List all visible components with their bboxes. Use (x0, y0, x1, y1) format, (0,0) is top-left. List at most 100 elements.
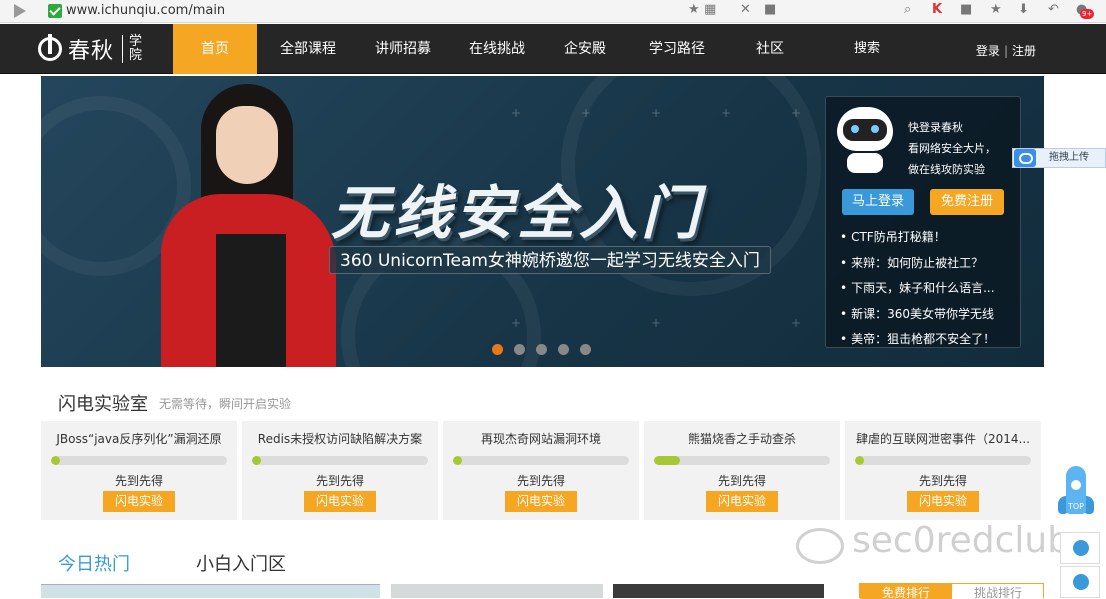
lab-progress-fill (855, 456, 864, 465)
news-item[interactable]: 美帝：狙击枪都不安全了！ (840, 327, 995, 353)
lock-icon[interactable]: ■ (960, 2, 972, 17)
close-icon[interactable]: ✕ (740, 2, 751, 17)
flash-lab-button[interactable]: 闪电实验 (907, 491, 979, 512)
course-thumbnail[interactable] (391, 584, 603, 598)
lab-title: 闪电实验室 (58, 394, 148, 415)
face (216, 106, 278, 184)
nav-search[interactable]: 搜索 (809, 24, 925, 74)
qq-icon (1073, 540, 1089, 556)
news-item[interactable]: CTF防吊打秘籍！ (840, 225, 995, 251)
lab-progress-bar (654, 456, 830, 465)
news-item[interactable]: 新课：360美女带你学无线 (840, 302, 995, 328)
tab-beginner[interactable]: 小白入门区 (196, 550, 286, 576)
login-panel: 快登录春秋 看网络安全大片， 做在线攻防实验 马上登录 免费注册 CTF防吊打秘… (825, 96, 1021, 348)
nav-home[interactable]: 首页 (173, 24, 257, 74)
nav-all-courses[interactable]: 全部课程 (257, 24, 359, 74)
watermark-text: sec0redclub (852, 520, 1071, 561)
flash-lab-button[interactable]: 闪电实验 (505, 491, 577, 512)
course-thumbnail[interactable] (41, 584, 380, 598)
lab-progress-fill (252, 456, 261, 465)
register-link[interactable]: 注册 (1012, 44, 1036, 58)
download-icon[interactable]: ⬇ (1018, 2, 1029, 17)
hero-banner[interactable]: + + + + + + + + 无线安全入门 360 UnicornTeam女神… (41, 76, 1044, 367)
slide-dot-3[interactable] (536, 344, 547, 355)
slide-dot-1[interactable] (492, 344, 503, 355)
tab-today-hot[interactable]: 今日热门 (58, 550, 130, 576)
lab-card[interactable]: 熊猫烧香之手动查杀 先到先得 闪电实验 (644, 421, 840, 520)
site-header: 春秋 学院 首页 全部课程 讲师招募 在线挑战 企安殿 学习路径 社区 搜索 登… (0, 24, 1106, 74)
tab-free-ranking[interactable]: 免费排行 (860, 584, 952, 599)
k-icon[interactable]: K (932, 2, 942, 17)
panel-intro: 快登录春秋 看网络安全大片， 做在线攻防实验 (908, 117, 996, 180)
paw-icon[interactable]: ■ (764, 2, 776, 17)
robot-eye (851, 125, 859, 133)
logo-text: 春秋 (68, 39, 115, 64)
lab-progress-fill (51, 456, 60, 465)
play-icon[interactable] (14, 4, 26, 18)
tab-challenge-ranking[interactable]: 挑战排行 (952, 584, 1044, 599)
news-item[interactable]: 下雨天，妹子和什么语言... (840, 276, 995, 302)
customer-service-button[interactable] (1060, 566, 1100, 598)
lab-card-status: 先到先得 (315, 474, 364, 488)
lab-card[interactable]: Redis未授权访问缺陷解决方案 先到先得 闪电实验 (242, 421, 438, 520)
banner-title: 无线安全入门 (331, 179, 704, 247)
lab-card-status: 先到先得 (114, 474, 163, 488)
robot-visor (843, 119, 887, 141)
panel-line-2: 看网络安全大片， (908, 142, 996, 155)
lab-card-title[interactable]: Redis未授权访问缺陷解决方案 (242, 430, 438, 447)
slide-dot-5[interactable] (580, 344, 591, 355)
flash-lab-button[interactable]: 闪电实验 (706, 491, 778, 512)
decor-cross: + (721, 106, 732, 120)
nav-community[interactable]: 社区 (731, 24, 809, 74)
lab-progress-bar (453, 456, 629, 465)
lab-card-list: JBoss“java反序列化”漏洞还原 先到先得 闪电实验 Redis未授权访问… (41, 421, 1046, 520)
lab-card-title[interactable]: 熊猫烧香之手动查杀 (644, 430, 840, 447)
lab-card-status: 先到先得 (717, 474, 766, 488)
lab-progress-fill (453, 456, 462, 465)
star-icon[interactable]: ★ (688, 2, 700, 17)
quick-login-button[interactable]: 马上登录 (842, 189, 914, 215)
favorite-icon[interactable]: ★ (990, 2, 1002, 17)
notification-badge: 9+ (1080, 9, 1095, 19)
nav-teacher-recruit[interactable]: 讲师招募 (359, 24, 447, 74)
auth-separator: | (1003, 44, 1008, 58)
address-bar[interactable]: www.ichunqiu.com/main (66, 3, 225, 18)
nav-learning-path[interactable]: 学习路径 (623, 24, 731, 74)
decor-cross: + (511, 106, 522, 120)
lab-card[interactable]: 肆虐的互联网泄密事件（2014... 先到先得 闪电实验 (845, 421, 1041, 520)
robot-body (847, 153, 883, 173)
lab-card-title[interactable]: JBoss“java反序列化”漏洞还原 (41, 430, 237, 447)
auth-links: 登录 | 注册 (976, 42, 1036, 59)
lab-progress-bar (855, 456, 1031, 465)
flash-lab-button[interactable]: 闪电实验 (103, 491, 175, 512)
slide-dot-4[interactable] (558, 344, 569, 355)
qq-contact-button[interactable] (1060, 532, 1100, 564)
headset-icon (1073, 574, 1089, 590)
course-thumbnail[interactable] (613, 584, 824, 598)
flash-lab-button[interactable]: 闪电实验 (304, 491, 376, 512)
panel-line-1: 快登录春秋 (908, 121, 963, 134)
news-item[interactable]: 来辩：如何防止被社工？ (840, 251, 995, 277)
logo[interactable]: 春秋 学院 (38, 32, 144, 66)
lab-card-title[interactable]: 再现杰奇网站漏洞环境 (443, 430, 639, 447)
back-icon[interactable]: ↶ (1048, 2, 1059, 17)
decor-cross: + (791, 316, 802, 330)
slide-dot-2[interactable] (514, 344, 525, 355)
nav-online-challenge[interactable]: 在线挑战 (447, 24, 547, 74)
lab-card[interactable]: JBoss“java反序列化”漏洞还原 先到先得 闪电实验 (41, 421, 237, 520)
nav-enterprise[interactable]: 企安殿 (547, 24, 623, 74)
search-icon[interactable]: ⌕ (904, 2, 911, 17)
lab-card-title[interactable]: 肆虐的互联网泄密事件（2014... (845, 430, 1041, 447)
decor-cross: + (581, 106, 592, 120)
banner-subtitle: 360 UnicornTeam女神婉桥邀您一起学习无线安全入门 (329, 246, 771, 274)
back-to-top-rocket-icon[interactable]: TOP (1058, 466, 1094, 528)
lab-card-status: 先到先得 (516, 474, 565, 488)
lab-card[interactable]: 再现杰奇网站漏洞环境 先到先得 闪电实验 (443, 421, 639, 520)
cloud-upload-icon[interactable] (1014, 149, 1036, 167)
qr-icon[interactable]: ▦ (704, 2, 716, 17)
logo-icon (38, 34, 62, 61)
ranking-tabs: 免费排行 挑战排行 (859, 583, 1044, 599)
login-link[interactable]: 登录 (976, 44, 1000, 58)
decor-cross: + (791, 106, 802, 120)
free-register-button[interactable]: 免费注册 (930, 189, 1004, 215)
